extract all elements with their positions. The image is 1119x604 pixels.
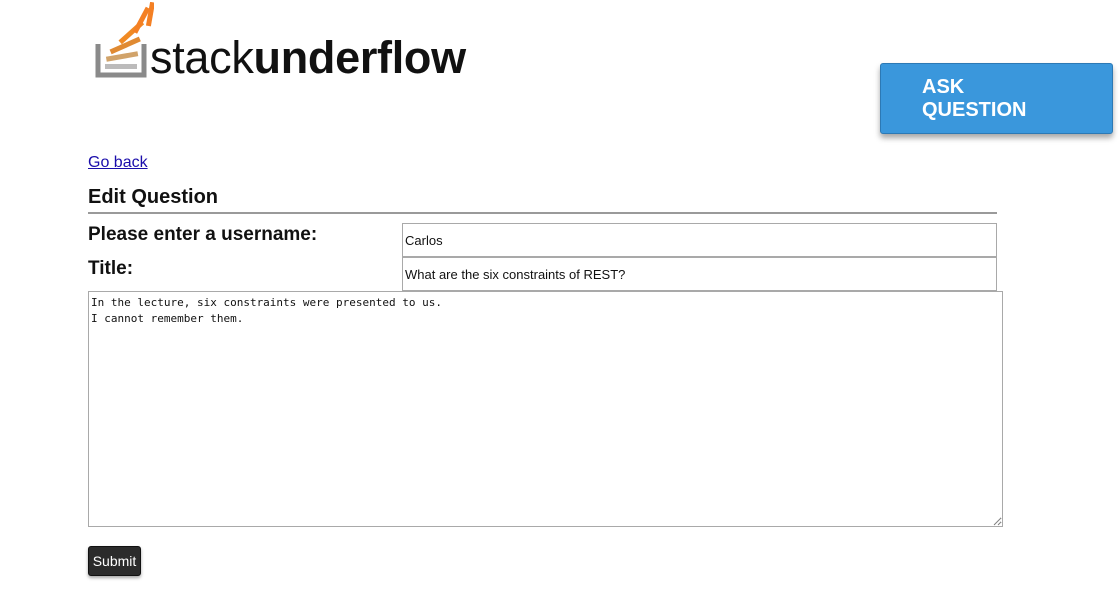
divider — [88, 212, 997, 214]
question-body-textarea[interactable]: In the lecture, six constraints were pre… — [88, 291, 1003, 527]
site-logo[interactable]: stackunderflow — [94, 2, 466, 82]
title-label: Title: — [88, 258, 134, 279]
username-label: Please enter a username: — [88, 224, 318, 245]
stack-tray-icon — [94, 2, 154, 82]
page-title: Edit Question — [88, 186, 218, 208]
username-input[interactable] — [402, 223, 997, 257]
site-name-light: stack — [150, 32, 254, 83]
site-name-bold: underflow — [253, 32, 467, 83]
resize-handle-icon[interactable] — [992, 516, 1002, 526]
ask-question-label: ASK QUESTION — [922, 75, 1027, 121]
ask-question-button[interactable]: ASK QUESTION — [880, 63, 1113, 134]
page: stackunderflow ASK QUESTION Go back Edit… — [0, 0, 1119, 604]
submit-button[interactable]: Submit — [88, 546, 141, 576]
title-input[interactable] — [402, 257, 997, 291]
site-name: stackunderflow — [150, 35, 466, 80]
go-back-link[interactable]: Go back — [88, 154, 148, 172]
